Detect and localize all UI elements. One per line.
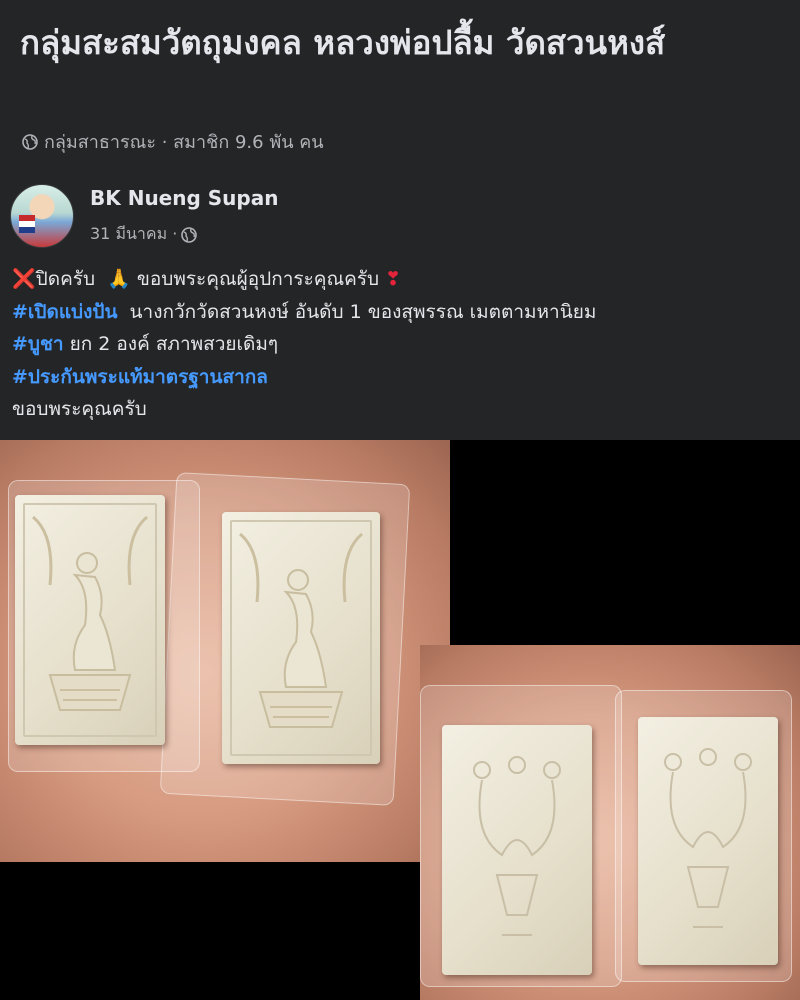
hashtag-link[interactable]: #ประกันพระแท้มาตรฐานสากล <box>12 366 268 388</box>
author-name[interactable]: BK Nueng Supan <box>90 186 278 210</box>
yantra-inscription <box>664 748 752 928</box>
post-line-2: #เปิดแบ่งปัน นางกวักวัดสวนหงษ์ อันดับ 1 … <box>12 296 792 329</box>
post-text: ขอบพระคุณครับ <box>12 398 147 420</box>
post-text: ปิดครับ <box>35 268 96 290</box>
flag-icon <box>19 215 35 233</box>
group-meta: กลุ่มสาธารณะ · สมาชิก 9.6 พัน คน <box>22 127 324 156</box>
group-meta-text: กลุ่มสาธารณะ · สมาชิก 9.6 พัน คน <box>44 132 324 153</box>
post-text: นางกวักวัดสวนหงษ์ อันดับ 1 ของสุพรรณ เมต… <box>129 300 597 323</box>
amulet-front <box>15 495 165 745</box>
hashtag-link[interactable]: #บูชา <box>12 333 64 355</box>
post-body: ❌ปิดครับ 🙏 ขอบพระคุณผู้อุปการะคุณครับ ❣ … <box>12 263 792 426</box>
post-photo-front[interactable] <box>0 440 450 862</box>
post-line-4: #ประกันพระแท้มาตรฐานสากล <box>12 361 792 394</box>
heart-exclamation-icon: ❣ <box>385 268 402 290</box>
globe-icon <box>181 226 198 243</box>
cross-mark-icon: ❌ <box>12 268 36 290</box>
kneeling-figure-relief <box>239 532 363 728</box>
group-post-card: กลุ่มสะสมวัตถุมงคล หลวงพ่อปลื้ม วัดสวนหง… <box>0 0 800 440</box>
amulet-back <box>442 725 592 975</box>
author-row: BK Nueng Supan 31 มีนาคม · <box>10 180 710 250</box>
post-timestamp[interactable]: 31 มีนาคม · <box>90 222 198 247</box>
post-time-text: 31 มีนาคม · <box>90 224 178 243</box>
folded-hands-icon: 🙏 <box>107 268 131 290</box>
globe-icon <box>22 133 38 150</box>
hashtag-link[interactable]: #เปิดแบ่งปัน <box>12 301 117 323</box>
post-text: ขอบพระคุณผู้อุปการะคุณครับ <box>136 268 380 290</box>
post-photo-back[interactable] <box>420 645 800 1000</box>
post-line-1: ❌ปิดครับ 🙏 ขอบพระคุณผู้อุปการะคุณครับ ❣ <box>12 263 792 296</box>
avatar[interactable] <box>10 184 74 248</box>
group-title[interactable]: กลุ่มสะสมวัตถุมงคล หลวงพ่อปลื้ม วัดสวนหง… <box>20 20 790 66</box>
amulet-front <box>222 512 380 764</box>
post-line-5: ขอบพระคุณครับ <box>12 393 792 426</box>
post-text: ยก 2 องค์ สภาพสวยเดิมๆ <box>69 333 279 355</box>
yantra-inscription <box>473 756 561 936</box>
kneeling-figure-relief <box>32 515 148 711</box>
post-line-3: #บูชา ยก 2 องค์ สภาพสวยเดิมๆ <box>12 328 792 361</box>
amulet-back <box>638 717 778 965</box>
